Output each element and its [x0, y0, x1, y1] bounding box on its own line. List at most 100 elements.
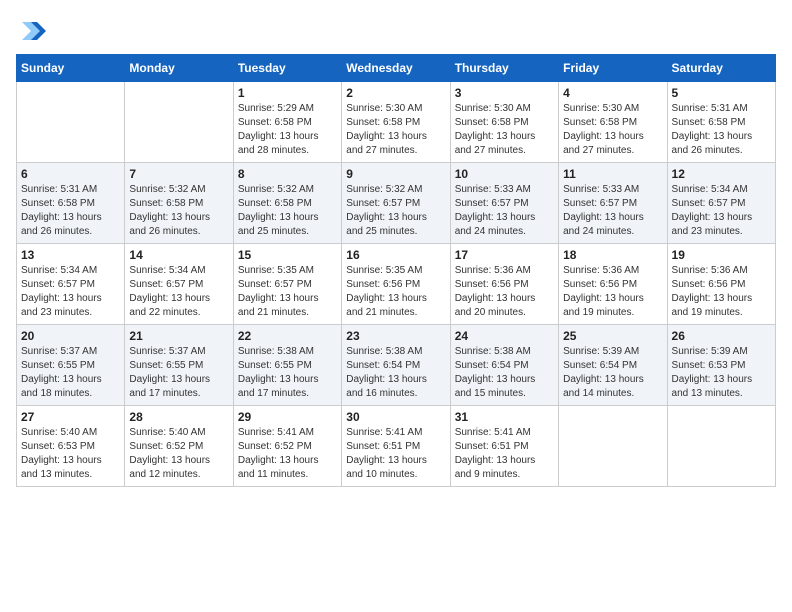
calendar-week-row: 20 Sunrise: 5:37 AMSunset: 6:55 PMDayligh… — [17, 325, 776, 406]
calendar-cell — [125, 82, 233, 163]
cell-detail: Sunrise: 5:33 AMSunset: 6:57 PMDaylight:… — [563, 183, 662, 239]
cell-day-number: 27 — [21, 410, 120, 424]
calendar-cell: 18 Sunrise: 5:36 AMSunset: 6:56 PMDayligh… — [559, 244, 667, 325]
cell-day-number: 25 — [563, 329, 662, 343]
cell-day-number: 6 — [21, 167, 120, 181]
cell-detail: Sunrise: 5:37 AMSunset: 6:55 PMDaylight:… — [21, 345, 120, 401]
cell-detail: Sunrise: 5:34 AMSunset: 6:57 PMDaylight:… — [129, 264, 228, 320]
cell-detail: Sunrise: 5:32 AMSunset: 6:58 PMDaylight:… — [129, 183, 228, 239]
page-header — [16, 16, 776, 46]
weekday-header: Sunday — [17, 55, 125, 82]
calendar-cell — [17, 82, 125, 163]
calendar-cell: 31 Sunrise: 5:41 AMSunset: 6:51 PMDayligh… — [450, 406, 558, 487]
cell-detail: Sunrise: 5:32 AMSunset: 6:57 PMDaylight:… — [346, 183, 445, 239]
cell-detail: Sunrise: 5:38 AMSunset: 6:54 PMDaylight:… — [346, 345, 445, 401]
cell-day-number: 26 — [672, 329, 771, 343]
cell-detail: Sunrise: 5:39 AMSunset: 6:53 PMDaylight:… — [672, 345, 771, 401]
cell-detail: Sunrise: 5:40 AMSunset: 6:53 PMDaylight:… — [21, 426, 120, 482]
cell-day-number: 11 — [563, 167, 662, 181]
cell-detail: Sunrise: 5:35 AMSunset: 6:56 PMDaylight:… — [346, 264, 445, 320]
cell-day-number: 29 — [238, 410, 337, 424]
calendar-cell: 13 Sunrise: 5:34 AMSunset: 6:57 PMDayligh… — [17, 244, 125, 325]
calendar-cell: 6Sunrise: 5:31 AMSunset: 6:58 PMDaylight… — [17, 163, 125, 244]
cell-day-number: 7 — [129, 167, 228, 181]
cell-day-number: 5 — [672, 86, 771, 100]
cell-detail: Sunrise: 5:37 AMSunset: 6:55 PMDaylight:… — [129, 345, 228, 401]
cell-detail: Sunrise: 5:34 AMSunset: 6:57 PMDaylight:… — [21, 264, 120, 320]
calendar-week-row: 6Sunrise: 5:31 AMSunset: 6:58 PMDaylight… — [17, 163, 776, 244]
cell-detail: Sunrise: 5:40 AMSunset: 6:52 PMDaylight:… — [129, 426, 228, 482]
calendar-cell: 15 Sunrise: 5:35 AMSunset: 6:57 PMDayligh… — [233, 244, 341, 325]
calendar-cell — [667, 406, 775, 487]
calendar-cell: 14 Sunrise: 5:34 AMSunset: 6:57 PMDayligh… — [125, 244, 233, 325]
calendar-cell: 24 Sunrise: 5:38 AMSunset: 6:54 PMDayligh… — [450, 325, 558, 406]
calendar-cell: 10 Sunrise: 5:33 AMSunset: 6:57 PMDayligh… — [450, 163, 558, 244]
calendar-cell: 3 Sunrise: 5:30 AMSunset: 6:58 PMDaylight… — [450, 82, 558, 163]
weekday-header: Tuesday — [233, 55, 341, 82]
cell-detail: Sunrise: 5:36 AMSunset: 6:56 PMDaylight:… — [563, 264, 662, 320]
calendar-cell: 16 Sunrise: 5:35 AMSunset: 6:56 PMDayligh… — [342, 244, 450, 325]
cell-day-number: 1 — [238, 86, 337, 100]
cell-detail: Sunrise: 5:36 AMSunset: 6:56 PMDaylight:… — [455, 264, 554, 320]
calendar-cell: 27 Sunrise: 5:40 AMSunset: 6:53 PMDayligh… — [17, 406, 125, 487]
calendar-cell: 4 Sunrise: 5:30 AMSunset: 6:58 PMDaylight… — [559, 82, 667, 163]
weekday-header: Saturday — [667, 55, 775, 82]
cell-detail: Sunrise: 5:35 AMSunset: 6:57 PMDaylight:… — [238, 264, 337, 320]
calendar-header-row: SundayMondayTuesdayWednesdayThursdayFrid… — [17, 55, 776, 82]
calendar-cell: 23Sunrise: 5:38 AMSunset: 6:54 PMDayligh… — [342, 325, 450, 406]
cell-day-number: 18 — [563, 248, 662, 262]
cell-day-number: 10 — [455, 167, 554, 181]
cell-day-number: 2 — [346, 86, 445, 100]
cell-detail: Sunrise: 5:30 AMSunset: 6:58 PMDaylight:… — [455, 102, 554, 158]
cell-day-number: 30 — [346, 410, 445, 424]
calendar-table: SundayMondayTuesdayWednesdayThursdayFrid… — [16, 54, 776, 487]
calendar-cell: 20 Sunrise: 5:37 AMSunset: 6:55 PMDayligh… — [17, 325, 125, 406]
cell-detail: Sunrise: 5:41 AMSunset: 6:52 PMDaylight:… — [238, 426, 337, 482]
calendar-week-row: 13 Sunrise: 5:34 AMSunset: 6:57 PMDayligh… — [17, 244, 776, 325]
cell-day-number: 20 — [21, 329, 120, 343]
calendar-cell: 17 Sunrise: 5:36 AMSunset: 6:56 PMDayligh… — [450, 244, 558, 325]
calendar-cell: 21 Sunrise: 5:37 AMSunset: 6:55 PMDayligh… — [125, 325, 233, 406]
calendar-cell: 9 Sunrise: 5:32 AMSunset: 6:57 PMDaylight… — [342, 163, 450, 244]
cell-detail: Sunrise: 5:39 AMSunset: 6:54 PMDaylight:… — [563, 345, 662, 401]
calendar-cell: 5 Sunrise: 5:31 AMSunset: 6:58 PMDaylight… — [667, 82, 775, 163]
calendar-cell: 2 Sunrise: 5:30 AMSunset: 6:58 PMDaylight… — [342, 82, 450, 163]
calendar-cell: 1 Sunrise: 5:29 AMSunset: 6:58 PMDaylight… — [233, 82, 341, 163]
cell-day-number: 31 — [455, 410, 554, 424]
cell-day-number: 19 — [672, 248, 771, 262]
cell-day-number: 15 — [238, 248, 337, 262]
cell-detail: Sunrise: 5:38 AMSunset: 6:54 PMDaylight:… — [455, 345, 554, 401]
cell-day-number: 12 — [672, 167, 771, 181]
cell-day-number: 3 — [455, 86, 554, 100]
cell-detail: Sunrise: 5:32 AMSunset: 6:58 PMDaylight:… — [238, 183, 337, 239]
cell-detail: Sunrise: 5:36 AMSunset: 6:56 PMDaylight:… — [672, 264, 771, 320]
cell-day-number: 9 — [346, 167, 445, 181]
calendar-cell — [559, 406, 667, 487]
cell-detail: Sunrise: 5:41 AMSunset: 6:51 PMDaylight:… — [455, 426, 554, 482]
cell-day-number: 28 — [129, 410, 228, 424]
cell-detail: Sunrise: 5:34 AMSunset: 6:57 PMDaylight:… — [672, 183, 771, 239]
cell-detail: Sunrise: 5:38 AMSunset: 6:55 PMDaylight:… — [238, 345, 337, 401]
calendar-cell: 25 Sunrise: 5:39 AMSunset: 6:54 PMDayligh… — [559, 325, 667, 406]
calendar-cell: 19 Sunrise: 5:36 AMSunset: 6:56 PMDayligh… — [667, 244, 775, 325]
cell-day-number: 8 — [238, 167, 337, 181]
cell-day-number: 22 — [238, 329, 337, 343]
cell-detail: Sunrise: 5:30 AMSunset: 6:58 PMDaylight:… — [563, 102, 662, 158]
weekday-header: Wednesday — [342, 55, 450, 82]
cell-day-number: 21 — [129, 329, 228, 343]
cell-day-number: 4 — [563, 86, 662, 100]
cell-detail: Sunrise: 5:30 AMSunset: 6:58 PMDaylight:… — [346, 102, 445, 158]
cell-detail: Sunrise: 5:33 AMSunset: 6:57 PMDaylight:… — [455, 183, 554, 239]
calendar-cell: 29 Sunrise: 5:41 AMSunset: 6:52 PMDayligh… — [233, 406, 341, 487]
cell-day-number: 24 — [455, 329, 554, 343]
cell-detail: Sunrise: 5:31 AMSunset: 6:58 PMDaylight:… — [672, 102, 771, 158]
calendar-cell: 22 Sunrise: 5:38 AMSunset: 6:55 PMDayligh… — [233, 325, 341, 406]
cell-day-number: 17 — [455, 248, 554, 262]
cell-day-number: 16 — [346, 248, 445, 262]
cell-day-number: 13 — [21, 248, 120, 262]
calendar-cell: 30Sunrise: 5:41 AMSunset: 6:51 PMDayligh… — [342, 406, 450, 487]
calendar-cell: 7 Sunrise: 5:32 AMSunset: 6:58 PMDaylight… — [125, 163, 233, 244]
calendar-cell: 26 Sunrise: 5:39 AMSunset: 6:53 PMDayligh… — [667, 325, 775, 406]
cell-detail: Sunrise: 5:29 AMSunset: 6:58 PMDaylight:… — [238, 102, 337, 158]
cell-day-number: 14 — [129, 248, 228, 262]
